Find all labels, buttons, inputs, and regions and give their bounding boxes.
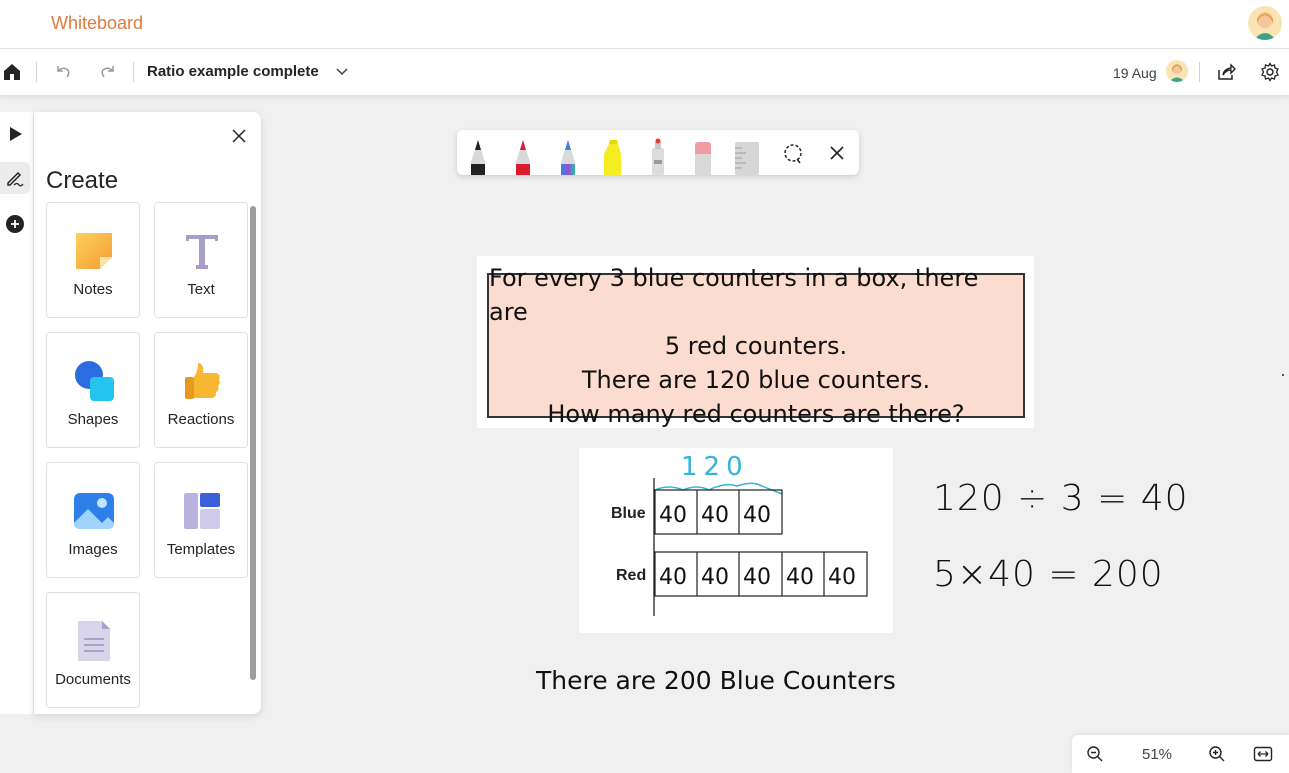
blue-cell: 40 [659, 503, 687, 528]
tile-label: Text [187, 281, 215, 298]
zoom-out-button[interactable] [1085, 744, 1105, 764]
redo-icon[interactable] [96, 60, 120, 84]
tile-label: Shapes [67, 411, 119, 428]
rainbow-pen-icon[interactable] [555, 138, 581, 175]
zoom-in-icon [1209, 746, 1225, 762]
problem-line: 5 red counters. [664, 331, 848, 360]
canvas-dot [1282, 374, 1284, 376]
templates-icon [184, 493, 220, 529]
tool-rail [0, 112, 34, 714]
tile-label: Images [68, 541, 118, 558]
create-notes-tile[interactable]: Notes [46, 202, 140, 318]
ruler-icon[interactable] [734, 138, 760, 175]
create-panel: Create Notes Text Shapes Reactions Image… [34, 112, 261, 714]
ink-toolbar [457, 130, 859, 175]
select-tool-button[interactable] [0, 118, 30, 150]
create-images-tile[interactable]: Images [46, 462, 140, 578]
ink-tool-button[interactable] [0, 162, 30, 194]
problem-line: There are 120 blue counters. [581, 365, 931, 394]
problem-line: How many red counters are there? [547, 399, 965, 428]
problem-line: For every 3 blue counters in a box, ther… [489, 263, 979, 326]
black-pen-icon[interactable] [465, 138, 491, 175]
zoom-controls: 51% [1072, 735, 1289, 773]
problem-text-box: For every 3 blue counters in a box, ther… [487, 264, 1025, 428]
sticky-note-icon [76, 233, 112, 269]
thumbs-up-icon [185, 363, 220, 399]
board-title[interactable]: Ratio example complete [147, 63, 319, 80]
chevron-down-icon[interactable] [330, 60, 354, 84]
user-avatar[interactable] [1248, 6, 1282, 40]
app-title: Whiteboard [51, 13, 144, 33]
last-modified-date: 19 Aug [1113, 65, 1157, 81]
create-text-tile[interactable]: Text [154, 202, 248, 318]
zoom-in-button[interactable] [1207, 744, 1227, 764]
create-tool-button[interactable] [0, 208, 30, 240]
lasso-select-icon[interactable] [782, 143, 804, 165]
tile-label: Documents [55, 671, 131, 688]
title-bar: Whiteboard [0, 0, 1289, 49]
divider [133, 62, 134, 82]
create-templates-tile[interactable]: Templates [154, 462, 248, 578]
collaborator-avatar[interactable] [1166, 60, 1188, 82]
fit-to-screen-button[interactable] [1253, 744, 1273, 764]
add-circle-icon [6, 215, 24, 233]
bar-model-card[interactable]: Blue Red 120 40 40 40 40 40 40 40 40 [579, 448, 893, 633]
gear-icon[interactable] [1258, 60, 1282, 84]
divider [36, 62, 37, 82]
fit-width-icon [1253, 746, 1273, 762]
home-icon[interactable] [0, 60, 24, 84]
zoom-out-icon [1087, 746, 1103, 762]
laser-pointer-icon[interactable] [645, 138, 671, 175]
panel-scrollbar[interactable] [250, 206, 256, 680]
highlighter-icon[interactable] [600, 138, 626, 175]
equation-division[interactable]: 120 ÷ 3 = 40 [933, 478, 1189, 519]
close-icon [232, 129, 246, 143]
red-cell: 40 [828, 565, 856, 590]
red-cell: 40 [743, 565, 771, 590]
problem-card[interactable]: For every 3 blue counters in a box, ther… [477, 256, 1034, 428]
shapes-icon [75, 361, 114, 401]
close-icon[interactable] [829, 145, 845, 161]
answer-text[interactable]: There are 200 Blue Counters [536, 666, 896, 695]
equation-multiplication[interactable]: 5×40 = 200 [933, 554, 1164, 595]
red-cell: 40 [786, 565, 814, 590]
tile-label: Notes [73, 281, 113, 298]
close-panel-button[interactable] [227, 124, 251, 148]
share-icon[interactable] [1214, 60, 1238, 84]
document-icon [78, 621, 110, 661]
blue-cell: 40 [701, 503, 729, 528]
undo-icon[interactable] [51, 60, 75, 84]
panel-title: Create [46, 167, 119, 194]
red-pen-icon[interactable] [510, 138, 536, 175]
create-shapes-tile[interactable]: Shapes [46, 332, 140, 448]
create-documents-tile[interactable]: Documents [46, 592, 140, 708]
total-label: 120 [681, 452, 749, 482]
red-cell: 40 [701, 565, 729, 590]
eraser-icon[interactable] [690, 138, 716, 175]
tile-label: Templates [166, 541, 236, 558]
command-bar: Ratio example complete 19 Aug [0, 49, 1289, 95]
image-icon [74, 493, 114, 529]
text-icon [186, 235, 218, 269]
create-reactions-tile[interactable]: Reactions [154, 332, 248, 448]
zoom-level[interactable]: 51% [1137, 746, 1177, 763]
tile-label: Reactions [167, 411, 235, 428]
pointer-icon [10, 127, 22, 141]
divider [1199, 62, 1200, 82]
blue-cell: 40 [743, 503, 771, 528]
red-cell: 40 [659, 565, 687, 590]
pen-icon [7, 171, 24, 187]
